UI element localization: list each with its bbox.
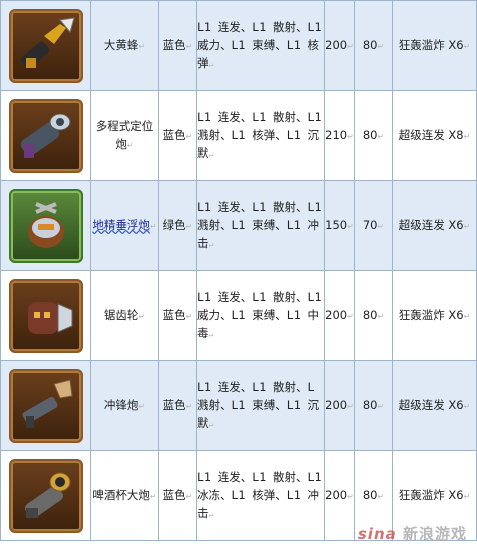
weapon-range: 80 bbox=[362, 487, 378, 502]
table-row: 大黄蜂↵ 蓝色↵ L1 连发、L1 散射、L1 威力、L1 束缚、L1 核弹↵ 200… bbox=[0, 0, 477, 91]
weapon-effects: L1 连发、L1 散射、L1 威力、L1 束缚、L1 中毒 bbox=[197, 289, 322, 340]
weapon-color-cell: 蓝色↵ bbox=[158, 90, 197, 181]
weapon-range-cell: 80↵ bbox=[354, 90, 393, 181]
weapon-name: 啤酒杯大炮 bbox=[92, 487, 150, 502]
weapon-color: 蓝色 bbox=[162, 307, 186, 322]
weapon-attack: 210 bbox=[325, 127, 348, 142]
weapon-attack-cell: 210↵ bbox=[324, 90, 355, 181]
beer-mug-cannon-icon bbox=[8, 458, 83, 533]
weapon-skill: 超级连发 X8 bbox=[398, 127, 464, 142]
weapon-range: 70 bbox=[362, 217, 378, 232]
weapon-range-cell: 80↵ bbox=[354, 270, 393, 361]
weapon-effects: L1 连发、L1 散射、L 溅射、L1 束缚、L1 沉默 bbox=[197, 379, 320, 430]
weapon-attack: 200 bbox=[325, 397, 348, 412]
weapon-color-cell: 蓝色↵ bbox=[158, 0, 197, 91]
weapon-color-cell: 蓝色↵ bbox=[158, 360, 197, 451]
watermark-logo: sina bbox=[357, 525, 397, 543]
weapon-attack: 200 bbox=[325, 487, 348, 502]
weapon-color: 蓝色 bbox=[162, 127, 186, 142]
weapon-name-cell: 冲锋炮↵ bbox=[90, 360, 159, 451]
weapon-skill: 超级连发 X6 bbox=[398, 217, 464, 232]
weapon-image-cell bbox=[0, 270, 91, 361]
weapon-skill-cell: 狂轰滥炸 X6↵ bbox=[392, 0, 477, 91]
weapon-attack: 150 bbox=[325, 217, 348, 232]
weapon-effects: L1 连发、L1 散射、L1 冰冻、L1 核弹、L1 冲击 bbox=[197, 469, 322, 520]
weapon-name: 冲锋炮 bbox=[103, 397, 139, 412]
weapon-effects: L1 连发、L1 散射、L1 溅射、L1 束缚、L1 冲击 bbox=[197, 199, 322, 250]
weapon-effects-cell: L1 连发、L1 散射、L1 溅射、L1 核弹、L1 沉默↵ bbox=[196, 90, 325, 181]
weapon-image-cell bbox=[0, 360, 91, 451]
weapon-attack: 200 bbox=[325, 37, 348, 52]
weapon-image-cell bbox=[0, 0, 91, 91]
weapon-attack-cell: 200↵ bbox=[324, 450, 355, 541]
weapon-attack-cell: 200↵ bbox=[324, 0, 355, 91]
weapon-color: 蓝色 bbox=[162, 487, 186, 502]
weapon-range: 80 bbox=[362, 397, 378, 412]
weapon-effects-cell: L1 连发、L1 散射、L1 溅射、L1 束缚、L1 冲击↵ bbox=[196, 180, 325, 271]
weapon-color-cell: 绿色↵ bbox=[158, 180, 197, 271]
weapon-range: 80 bbox=[362, 127, 378, 142]
table-row: 地精垂浮炮↵ 绿色↵ L1 连发、L1 散射、L1 溅射、L1 束缚、L1 冲击↵ 1… bbox=[0, 180, 477, 271]
weapon-skill-cell: 超级连发 X6↵ bbox=[392, 180, 477, 271]
weapon-attack-cell: 150↵ bbox=[324, 180, 355, 271]
weapon-attack-cell: 200↵ bbox=[324, 360, 355, 451]
weapon-effects: L1 连发、L1 散射、L1 威力、L1 束缚、L1 核弹 bbox=[197, 19, 322, 70]
weapon-color: 蓝色 bbox=[162, 37, 186, 52]
watermark-text: 新浪游戏 bbox=[402, 525, 467, 543]
weapon-skill: 超级连发 X6 bbox=[398, 397, 464, 412]
weapon-skill-cell: 狂轰滥炸 X6↵ bbox=[392, 270, 477, 361]
weapon-color-cell: 蓝色↵ bbox=[158, 450, 197, 541]
weapon-effects-cell: L1 连发、L1 散射、L1 威力、L1 束缚、L1 核弹↵ bbox=[196, 0, 325, 91]
weapon-image-cell bbox=[0, 450, 91, 541]
weapon-name-cell: 多程式定位炮↵ bbox=[90, 90, 159, 181]
charge-cannon-icon bbox=[8, 368, 83, 443]
weapon-skill: 狂轰滥炸 X6 bbox=[398, 37, 464, 52]
weapon-range: 80 bbox=[362, 37, 378, 52]
weapon-image-cell bbox=[0, 90, 91, 181]
weapon-color-cell: 蓝色↵ bbox=[158, 270, 197, 361]
weapon-range-cell: 80↵ bbox=[354, 360, 393, 451]
weapon-skill-cell: 超级连发 X8↵ bbox=[392, 90, 477, 181]
weapon-table: 大黄蜂↵ 蓝色↵ L1 连发、L1 散射、L1 威力、L1 束缚、L1 核弹↵ 200… bbox=[0, 0, 477, 541]
weapon-name: 地精垂浮炮 bbox=[92, 217, 150, 232]
weapon-attack: 200 bbox=[325, 307, 348, 322]
table-row: 锯齿轮↵ 蓝色↵ L1 连发、L1 散射、L1 威力、L1 束缚、L1 中毒↵ 200… bbox=[0, 270, 477, 361]
multi-range-cannon-icon bbox=[8, 98, 83, 173]
weapon-skill-cell: 超级连发 X6↵ bbox=[392, 360, 477, 451]
weapon-color: 绿色 bbox=[162, 217, 186, 232]
weapon-attack-cell: 200↵ bbox=[324, 270, 355, 361]
goblin-hover-cannon-icon bbox=[8, 188, 83, 263]
table-row: 多程式定位炮↵ 蓝色↵ L1 连发、L1 散射、L1 溅射、L1 核弹、L1 沉默↵… bbox=[0, 90, 477, 181]
weapon-color: 蓝色 bbox=[162, 397, 186, 412]
weapon-name: 大黄蜂 bbox=[103, 37, 139, 52]
weapon-range-cell: 80↵ bbox=[354, 0, 393, 91]
weapon-name: 锯齿轮 bbox=[103, 307, 139, 322]
weapon-skill: 狂轰滥炸 X6 bbox=[398, 307, 464, 322]
weapon-name: 多程式定位炮 bbox=[95, 118, 154, 151]
weapon-name-cell: 大黄蜂↵ bbox=[90, 0, 159, 91]
table-row: 冲锋炮↵ 蓝色↵ L1 连发、L1 散射、L 溅射、L1 束缚、L1 沉默↵ 200↵… bbox=[0, 360, 477, 451]
weapon-range-cell: 70↵ bbox=[354, 180, 393, 271]
weapon-effects-cell: L1 连发、L1 散射、L1 威力、L1 束缚、L1 中毒↵ bbox=[196, 270, 325, 361]
weapon-name-cell: 锯齿轮↵ bbox=[90, 270, 159, 361]
weapon-image-cell bbox=[0, 180, 91, 271]
weapon-name-cell: 啤酒杯大炮↵ bbox=[90, 450, 159, 541]
saw-gear-icon bbox=[8, 278, 83, 353]
weapon-effects-cell: L1 连发、L1 散射、L 溅射、L1 束缚、L1 沉默↵ bbox=[196, 360, 325, 451]
weapon-effects-cell: L1 连发、L1 散射、L1 冰冻、L1 核弹、L1 冲击↵ bbox=[196, 450, 325, 541]
weapon-name-cell: 地精垂浮炮↵ bbox=[90, 180, 159, 271]
watermark: sina 新浪游戏 bbox=[358, 523, 467, 544]
weapon-effects: L1 连发、L1 散射、L1 溅射、L1 核弹、L1 沉默 bbox=[197, 109, 322, 160]
weapon-range: 80 bbox=[362, 307, 378, 322]
weapon-skill: 狂轰滥炸 X6 bbox=[398, 487, 464, 502]
hornet-gun-icon bbox=[8, 8, 83, 83]
